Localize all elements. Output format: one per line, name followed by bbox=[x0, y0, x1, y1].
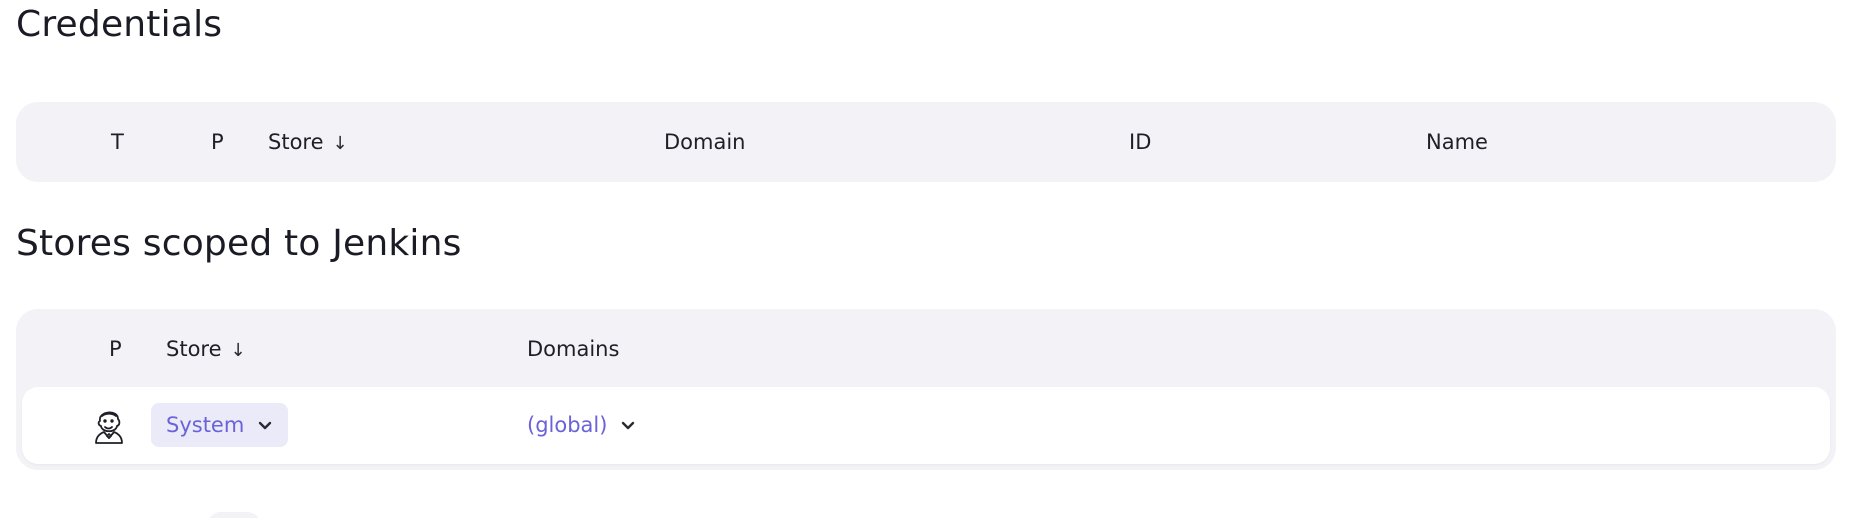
sort-descending-icon: ↓ bbox=[332, 133, 348, 154]
section-title: Stores scoped to Jenkins bbox=[16, 223, 462, 264]
credentials-table-header: T P Store ↓ Domain ID Name bbox=[16, 102, 1836, 182]
store-system-button[interactable]: System bbox=[151, 403, 289, 447]
chevron-down-icon bbox=[259, 421, 272, 430]
column-header-provider[interactable]: P bbox=[211, 102, 224, 182]
column-header-type[interactable]: T bbox=[111, 102, 124, 182]
column-header-store-label: Store bbox=[268, 130, 324, 154]
domain-label: (global) bbox=[527, 413, 608, 437]
stores-table: P Store ↓ Domains System (global) bbox=[16, 309, 1836, 470]
domain-global-link[interactable]: (global) bbox=[527, 403, 637, 447]
column-header-store[interactable]: Store ↓ bbox=[166, 309, 246, 389]
page-title: Credentials bbox=[16, 4, 223, 45]
column-header-store-label: Store bbox=[166, 337, 222, 361]
column-header-name[interactable]: Name bbox=[1426, 102, 1488, 182]
chevron-down-icon bbox=[622, 421, 635, 430]
sort-descending-icon: ↓ bbox=[230, 340, 246, 361]
store-label: System bbox=[166, 413, 245, 437]
table-row: System (global) bbox=[22, 387, 1830, 464]
column-header-domains[interactable]: Domains bbox=[527, 309, 619, 389]
partially-visible-button[interactable] bbox=[207, 512, 261, 518]
column-header-id[interactable]: ID bbox=[1129, 102, 1151, 182]
column-header-domain[interactable]: Domain bbox=[664, 102, 746, 182]
column-header-store[interactable]: Store ↓ bbox=[268, 102, 348, 182]
jenkins-butler-icon bbox=[95, 411, 123, 444]
column-header-provider[interactable]: P bbox=[109, 309, 122, 389]
credentials-page: Credentials T P Store ↓ Domain ID Name St… bbox=[0, 0, 1850, 518]
